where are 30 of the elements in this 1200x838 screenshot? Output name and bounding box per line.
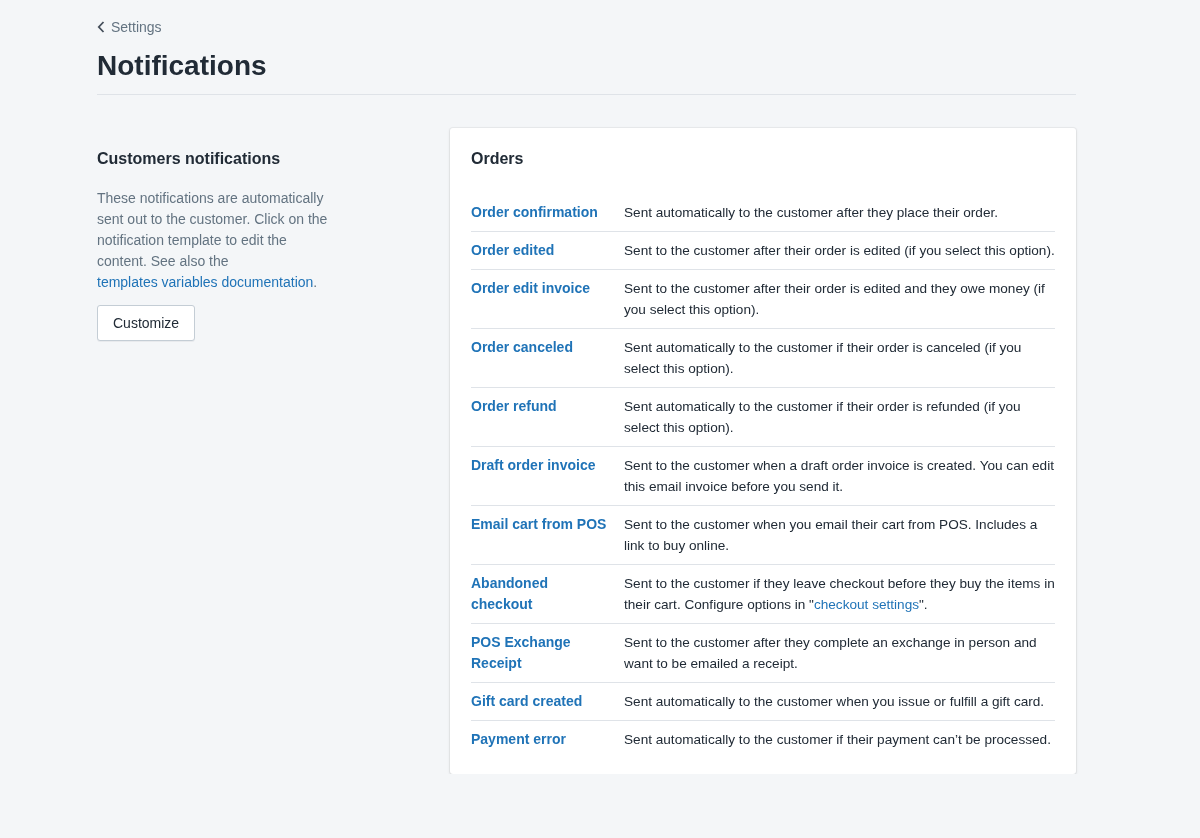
- description-text: Sent to the customer after their order is edited (if you select this option).: [624, 242, 1055, 260]
- notification-link[interactable]: Order edited: [471, 240, 555, 261]
- description-text: These notifications are automatically sent out to the customer. Click on the notification template to edit the content. See also the templates variables documentation.: [97, 189, 329, 292]
- customize-button[interactable]: Customize: [97, 305, 196, 341]
- text-link[interactable]: checkout settings: [813, 597, 919, 612]
- description-text: Sent to the customer after their order is edited and they owe money (if you select this option).: [624, 280, 1046, 319]
- description-text: Sent to the customer if they leave checkout before they buy the items in their cart. Configure options in "checkout settings".: [624, 575, 1055, 614]
- notification-link[interactable]: Order edit invoice: [471, 278, 591, 299]
- section-title: Customers notifications: [97, 149, 282, 169]
- description-text: Sent to the customer after they complete an exchange in person and want to be emailed a receipt.: [624, 634, 1038, 673]
- notification-link[interactable]: Order refund: [471, 396, 557, 417]
- notification-link[interactable]: Order canceled: [471, 337, 573, 358]
- description-text: Sent automatically to the customer when you issue or fulfill a gift card.: [624, 693, 1046, 711]
- description-text: Sent automatically to the customer after they place their order.: [624, 204, 1000, 222]
- notification-link[interactable]: Order confirmation: [471, 202, 598, 223]
- description-text: Sent to the customer when you email their cart from POS. Includes a link to buy online.: [624, 516, 1039, 555]
- description-text: Sent automatically to the customer if their order is canceled (if you select this option).: [624, 339, 1023, 378]
- notification-link[interactable]: Abandoned checkout: [471, 573, 612, 615]
- notification-link[interactable]: Draft order invoice: [471, 455, 596, 476]
- description-text: Sent automatically to the customer if their payment can’t be processed.: [624, 731, 1052, 749]
- notification-link[interactable]: Payment error: [471, 729, 566, 750]
- notification-link[interactable]: Email cart from POS: [471, 514, 607, 535]
- page-title: Notifications: [97, 49, 268, 83]
- notification-link[interactable]: Gift card created: [471, 691, 583, 712]
- back-link[interactable]: Settings: [97, 17, 162, 37]
- description-text: Sent to the customer when a draft order invoice is created. You can edit this email invoice before you send it.: [624, 457, 1055, 496]
- chevron-left-icon: [97, 21, 105, 33]
- description-text: Sent automatically to the customer if their order is refunded (if you select this option).: [624, 398, 1022, 437]
- card-title: Orders: [471, 149, 525, 169]
- notification-link[interactable]: POS Exchange Receipt: [471, 632, 612, 674]
